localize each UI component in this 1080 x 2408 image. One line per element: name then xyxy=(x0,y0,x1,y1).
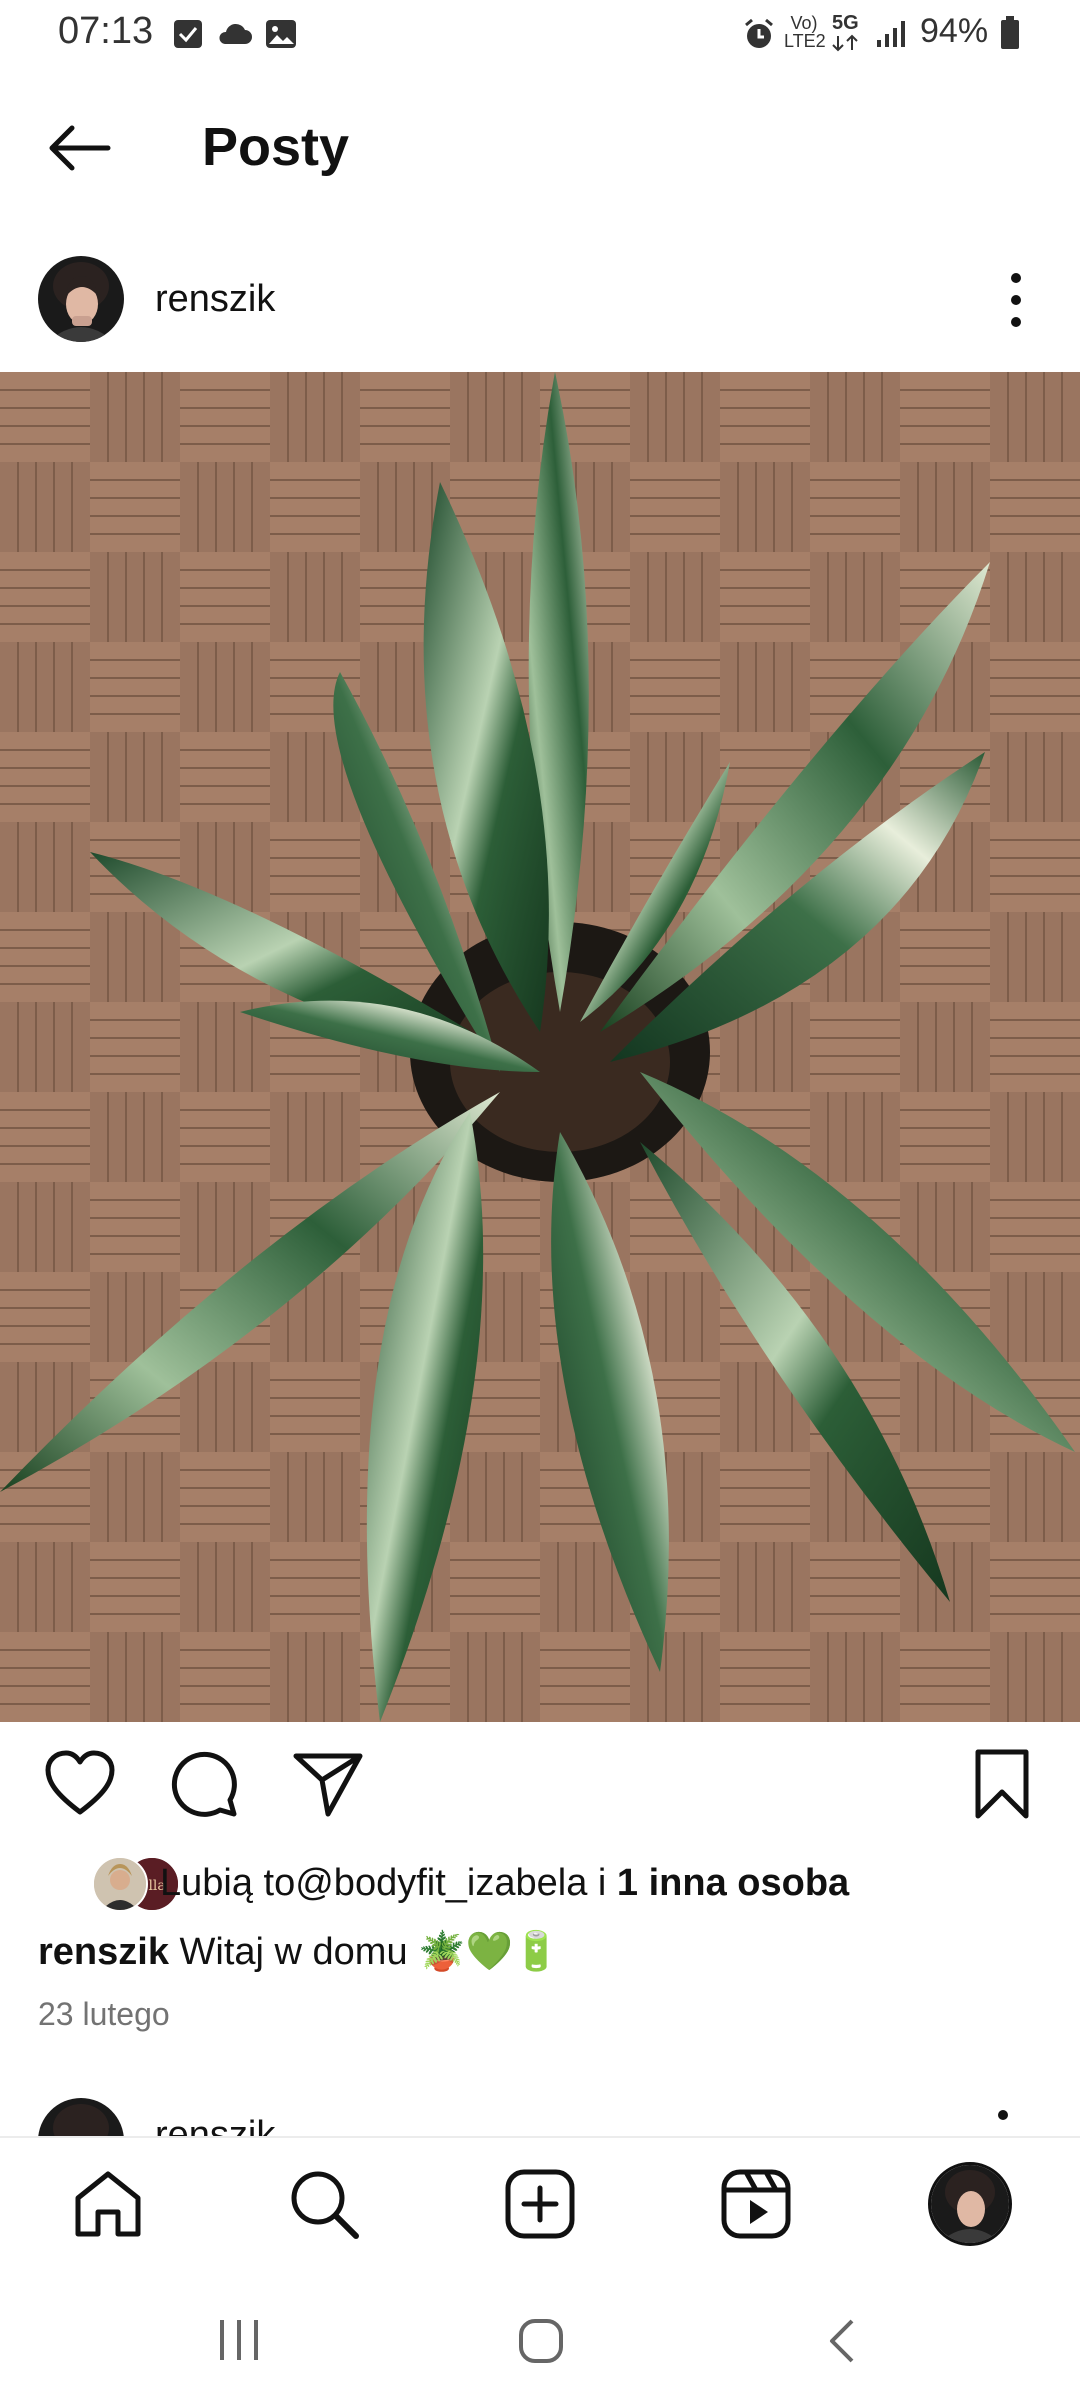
post-author-avatar[interactable] xyxy=(38,256,124,342)
battery-icon xyxy=(1000,16,1020,55)
likes-prefix: Lubią to xyxy=(160,1862,296,1904)
alarm-icon xyxy=(742,17,776,56)
likes-others[interactable]: 1 inna osoba xyxy=(617,1862,849,1904)
home-circle-icon xyxy=(519,2319,563,2363)
post-date: 23 lutego xyxy=(38,1996,170,2032)
checkbox-notification-icon xyxy=(173,19,203,54)
page-title: Posty xyxy=(202,117,350,177)
next-post-username[interactable]: renszik xyxy=(155,2114,275,2138)
cloud-notification-icon xyxy=(216,22,252,51)
back-system-button[interactable] xyxy=(826,2318,856,2369)
search-icon xyxy=(291,2171,359,2239)
home-icon xyxy=(75,2171,141,2237)
heart-icon xyxy=(45,1750,115,1815)
status-bar: 07:13 Vo) LTE2 5G 94% xyxy=(0,0,1080,70)
like-button[interactable] xyxy=(44,1748,116,1820)
more-vertical-icon xyxy=(1011,273,1021,327)
nav-reels[interactable] xyxy=(720,2168,792,2240)
create-icon xyxy=(505,2169,575,2239)
nav-home[interactable] xyxy=(72,2168,144,2240)
reels-icon xyxy=(721,2169,791,2239)
5g-indicator: 5G xyxy=(832,12,859,52)
post-caption: renszik Witaj w domu 🪴💚🔋 xyxy=(38,1930,560,1974)
comment-button[interactable] xyxy=(168,1748,240,1820)
next-post-more-icon[interactable] xyxy=(998,2110,1008,2120)
liker-username[interactable]: @bodyfit_izabela xyxy=(295,1862,587,1904)
recent-apps-icon xyxy=(220,2320,258,2360)
nav-search[interactable] xyxy=(288,2168,360,2240)
arrow-left-icon xyxy=(49,125,111,171)
post-more-button[interactable] xyxy=(998,268,1034,332)
share-button[interactable] xyxy=(292,1748,364,1820)
likes-middle: i xyxy=(587,1862,617,1904)
next-post-header[interactable]: renszik xyxy=(38,2098,1038,2138)
volte-indicator: Vo) LTE2 xyxy=(784,13,826,51)
nav-profile-avatar[interactable] xyxy=(928,2162,1012,2246)
home-system-button[interactable] xyxy=(518,2318,564,2369)
back-button[interactable] xyxy=(44,118,114,178)
share-icon xyxy=(293,1753,363,1817)
nav-create[interactable] xyxy=(504,2168,576,2240)
back-chevron-icon xyxy=(830,2319,854,2363)
recent-apps-button[interactable] xyxy=(216,2318,262,2367)
save-button[interactable] xyxy=(966,1748,1038,1820)
signal-icon xyxy=(876,20,908,53)
next-post-avatar[interactable] xyxy=(38,2098,124,2138)
bookmark-icon xyxy=(975,1749,1029,1819)
post-image[interactable] xyxy=(0,372,1080,1722)
post-author-username[interactable]: renszik xyxy=(155,278,275,321)
likes-text[interactable]: Lubią to@bodyfit_izabela i 1 inna osoba xyxy=(160,1862,849,1905)
gallery-notification-icon xyxy=(265,19,297,54)
comment-icon xyxy=(171,1751,237,1817)
profile-avatar-image xyxy=(931,2165,1009,2243)
plant-photo xyxy=(0,372,1080,1722)
caption-username[interactable]: renszik xyxy=(38,1931,169,1973)
caption-text: Witaj w domu 🪴💚🔋 xyxy=(179,1931,561,1973)
status-time: 07:13 xyxy=(58,10,154,52)
battery-percent: 94% xyxy=(920,12,989,50)
liker-avatar-1 xyxy=(92,1856,148,1912)
